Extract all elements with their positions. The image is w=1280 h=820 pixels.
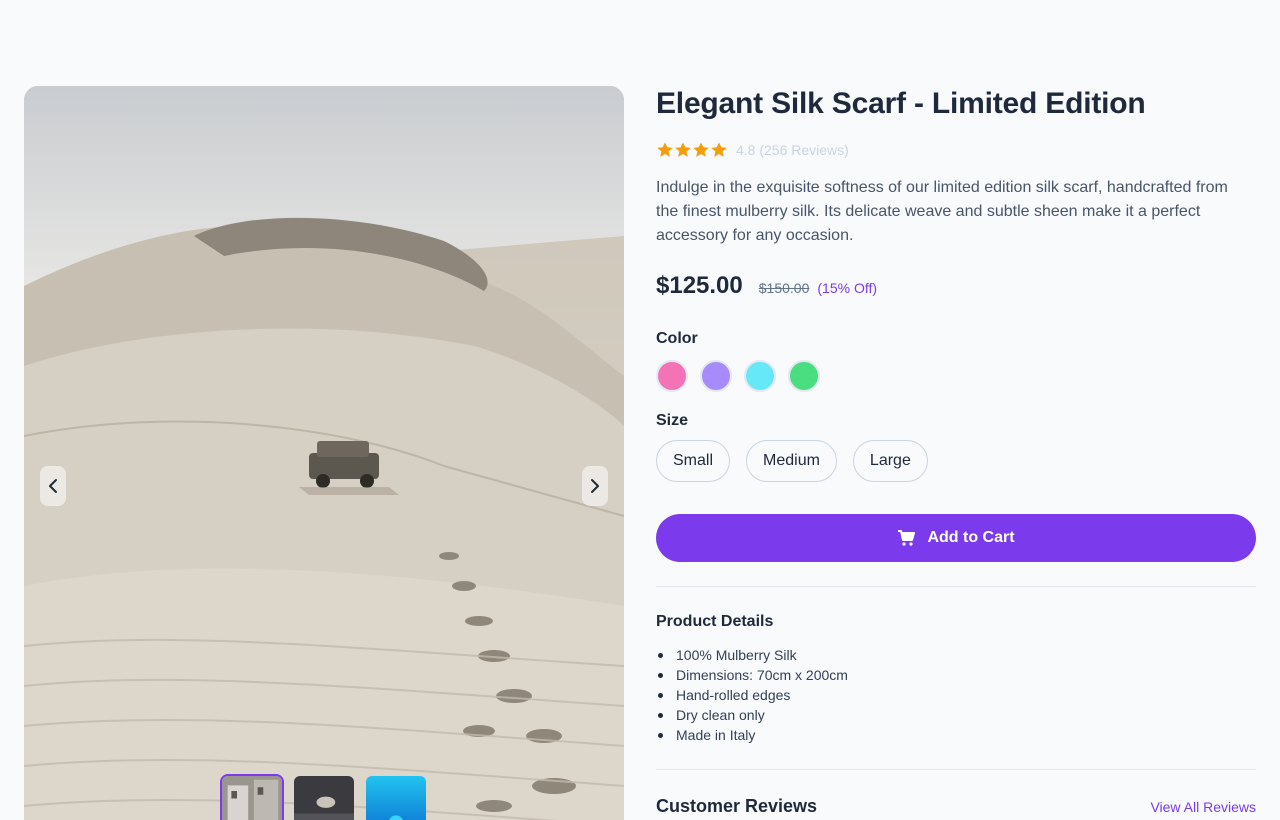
divider <box>656 769 1256 770</box>
product-title: Elegant Silk Scarf - Limited Edition <box>656 87 1146 120</box>
chevron-right-icon <box>591 479 599 493</box>
rating-stars <box>656 141 728 159</box>
size-small-button[interactable]: Small <box>656 440 731 482</box>
thumbnail-2[interactable] <box>292 774 356 820</box>
thumbnail-image <box>366 776 426 820</box>
list-item: 100% Mulberry Silk <box>656 645 1256 665</box>
product-gallery <box>24 86 624 820</box>
discount-badge: (15% Off) <box>817 280 878 296</box>
product-details-title: Product Details <box>656 613 774 630</box>
star-icon <box>656 141 674 159</box>
product-rating: 4.8 (256 Reviews) <box>656 140 1256 160</box>
thumbnail-1[interactable] <box>220 774 284 820</box>
star-icon <box>692 141 710 159</box>
chevron-left-icon <box>49 479 57 493</box>
thumbnail-image <box>294 776 354 820</box>
thumbnail-image <box>222 776 282 820</box>
rating-summary: 4.8 (256 Reviews) <box>736 142 849 158</box>
original-price: $150.00 <box>758 280 810 296</box>
previous-image-button[interactable] <box>40 466 66 506</box>
size-label: Size <box>656 412 689 429</box>
add-to-cart-label: Add to Cart <box>927 529 1015 546</box>
list-item: Dimensions: 70cm x 200cm <box>656 665 1256 685</box>
view-all-reviews-link[interactable]: View All Reviews <box>1150 799 1256 815</box>
star-icon <box>674 141 692 159</box>
reviews-header: Customer Reviews View All Reviews <box>656 796 1256 817</box>
size-options: Small Medium Large <box>656 440 1256 482</box>
star-icon <box>710 141 728 159</box>
divider <box>656 586 1256 587</box>
list-item: Made in Italy <box>656 725 1256 745</box>
list-item: Dry clean only <box>656 705 1256 725</box>
main-product-image <box>24 86 624 820</box>
product-details-list: 100% Mulberry Silk Dimensions: 70cm x 20… <box>656 645 1256 745</box>
next-image-button[interactable] <box>582 466 608 506</box>
price-row: $125.00 $150.00 (15% Off) <box>656 272 1256 300</box>
size-large-button[interactable]: Large <box>852 440 928 482</box>
thumbnail-3[interactable] <box>364 774 428 820</box>
add-to-cart-button[interactable]: Add to Cart <box>656 514 1256 562</box>
color-label: Color <box>656 330 698 347</box>
color-swatch-cyan[interactable] <box>744 360 776 392</box>
current-price: $125.00 <box>656 272 743 299</box>
color-swatch-pink[interactable] <box>656 360 688 392</box>
product-info: Elegant Silk Scarf - Limited Edition 4.8… <box>656 86 1256 817</box>
color-swatch-green[interactable] <box>788 360 820 392</box>
thumbnail-strip <box>220 774 428 820</box>
color-swatches <box>656 360 1256 392</box>
cart-icon <box>898 530 916 546</box>
size-medium-button[interactable]: Medium <box>746 440 837 482</box>
customer-reviews-title: Customer Reviews <box>656 796 818 816</box>
product-description: Indulge in the exquisite softness of our… <box>656 179 1228 244</box>
color-swatch-purple[interactable] <box>700 360 732 392</box>
list-item: Hand-rolled edges <box>656 685 1256 705</box>
